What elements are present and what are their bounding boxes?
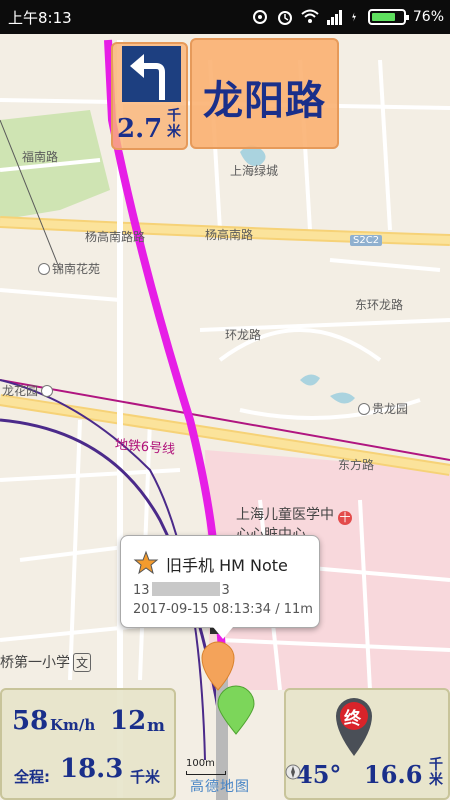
compass-icon[interactable] <box>285 764 301 780</box>
hospital-icon: 十 <box>338 511 352 525</box>
device-popup[interactable]: 旧手机 HM Note 13 3 2017-09-15 08:13:34 / 11… <box>120 535 320 639</box>
wifi-icon <box>301 9 319 23</box>
map-label-yanggao-2: 杨高南路 <box>205 228 254 242</box>
map-label-lvcheng: 上海绿城 <box>230 164 279 178</box>
device-timestamp: 2017-09-15 08:13:34 / 11m <box>133 602 313 617</box>
location-icon <box>252 10 267 24</box>
turn-distance: 2.7 <box>117 114 163 144</box>
turn-instruction-panel: 2.7 千米 <box>111 42 188 150</box>
speed-value: 58 <box>12 706 49 736</box>
water-area <box>330 392 355 404</box>
school-icon: 文 <box>73 653 92 672</box>
turn-distance-unit: 千米 <box>167 108 181 140</box>
signal-icon <box>326 10 342 25</box>
total-distance: 18.3 <box>60 754 124 784</box>
map-label-jinnan: 锦南花苑 <box>38 260 100 277</box>
home-icon <box>358 403 370 415</box>
status-time: 上午8:13 <box>8 9 72 27</box>
status-bar: 上午8:13 76% <box>0 0 450 34</box>
home-icon <box>41 385 54 397</box>
map-scale-bar <box>186 771 226 775</box>
water-area <box>300 374 320 386</box>
bearing-value: 45° <box>296 760 342 789</box>
destination-info-panel[interactable]: 终 45° 16.6 千米 <box>284 688 450 800</box>
home-icon <box>38 263 50 275</box>
map-logo: 高德地图 <box>190 779 250 795</box>
turn-left-icon <box>122 46 181 102</box>
map-scale-label: 100m <box>186 758 215 769</box>
map-label-school: 桥第一小学文 <box>0 652 92 672</box>
battery-percent: 76% <box>412 9 444 25</box>
speed-info-panel: 58 Km/h 12 m 全程: 18.3 千米 <box>0 688 176 800</box>
next-road-name: 龙阳路 <box>203 78 326 124</box>
remaining-distance: 16.6 <box>364 760 423 789</box>
status-icons: 76% <box>251 5 444 29</box>
accuracy-value: 12 <box>110 706 147 736</box>
map-label-hospital-1: 上海儿童医学中十 <box>236 507 352 525</box>
end-marker-label: 终 <box>344 709 361 729</box>
map-label-dongfang: 东方路 <box>338 458 375 472</box>
total-unit: 千米 <box>130 768 161 786</box>
star-icon <box>133 550 159 575</box>
map-label-s2c2: S2C2 <box>350 235 383 246</box>
map-label-huanlong: 环龙路 <box>225 328 262 342</box>
total-label: 全程: <box>14 768 50 786</box>
map-label-fuan: 福南路 <box>22 150 59 164</box>
alarm-icon <box>277 11 292 25</box>
charging-icon <box>351 12 356 22</box>
redacted-block <box>151 582 220 596</box>
map-label-donghuan: 东环龙路 <box>355 298 404 312</box>
map-label-guilong: 贵龙园 <box>358 400 408 417</box>
accuracy-unit: m <box>147 716 165 736</box>
metro-line-6 <box>0 379 450 461</box>
device-phone: 13 3 <box>133 582 230 598</box>
device-name: 旧手机 HM Note <box>166 556 288 575</box>
remaining-unit: 千米 <box>429 757 443 788</box>
battery-icon <box>367 9 409 25</box>
map-label-longhuayuan: 龙花园 <box>2 382 55 399</box>
next-road-panel: 龙阳路 <box>190 38 339 149</box>
speed-unit: Km/h <box>50 716 96 734</box>
map-label-yanggao-1: 杨高南路路 <box>85 230 146 244</box>
